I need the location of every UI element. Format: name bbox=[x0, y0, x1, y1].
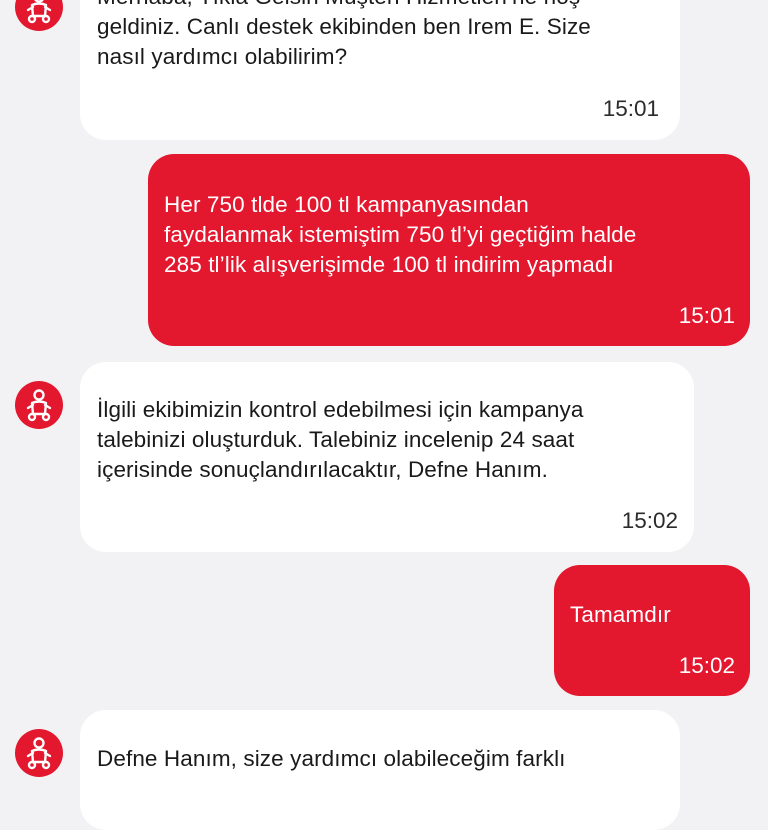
incoming-message: İlgili ekibimizin kontrol edebilmesi içi… bbox=[80, 362, 694, 552]
scooter-courier-icon bbox=[26, 737, 52, 770]
message-timestamp: 15:01 bbox=[602, 96, 659, 121]
message-text: Merhaba, Tıkla Gelsin Müşteri Hizmetleri… bbox=[97, 0, 591, 69]
message-text: Defne Hanım, size yardımcı olabileceğim … bbox=[97, 746, 566, 771]
message-text: İlgili ekibimizin kontrol edebilmesi içi… bbox=[97, 397, 584, 482]
message-text: Her 750 tlde 100 tl kampanyasından fayda… bbox=[164, 192, 637, 277]
outgoing-message: Her 750 tlde 100 tl kampanyasından fayda… bbox=[148, 154, 750, 346]
chat-thread: Merhaba, Tıkla Gelsin Müşteri Hizmetleri… bbox=[0, 0, 768, 830]
scooter-courier-icon bbox=[26, 0, 52, 24]
scooter-courier-icon bbox=[26, 389, 52, 422]
message-text: Tamamdır bbox=[570, 602, 671, 627]
incoming-message: Defne Hanım, size yardımcı olabileceğim … bbox=[80, 710, 680, 830]
agent-avatar bbox=[15, 0, 63, 31]
agent-avatar bbox=[15, 381, 63, 429]
message-timestamp: 15:02 bbox=[678, 653, 735, 678]
agent-avatar bbox=[15, 729, 63, 777]
message-timestamp: 15:01 bbox=[678, 303, 735, 328]
incoming-message: Merhaba, Tıkla Gelsin Müşteri Hizmetleri… bbox=[80, 0, 680, 140]
outgoing-message: Tamamdır 15:02 bbox=[554, 565, 750, 696]
message-timestamp: 15:02 bbox=[621, 508, 678, 533]
